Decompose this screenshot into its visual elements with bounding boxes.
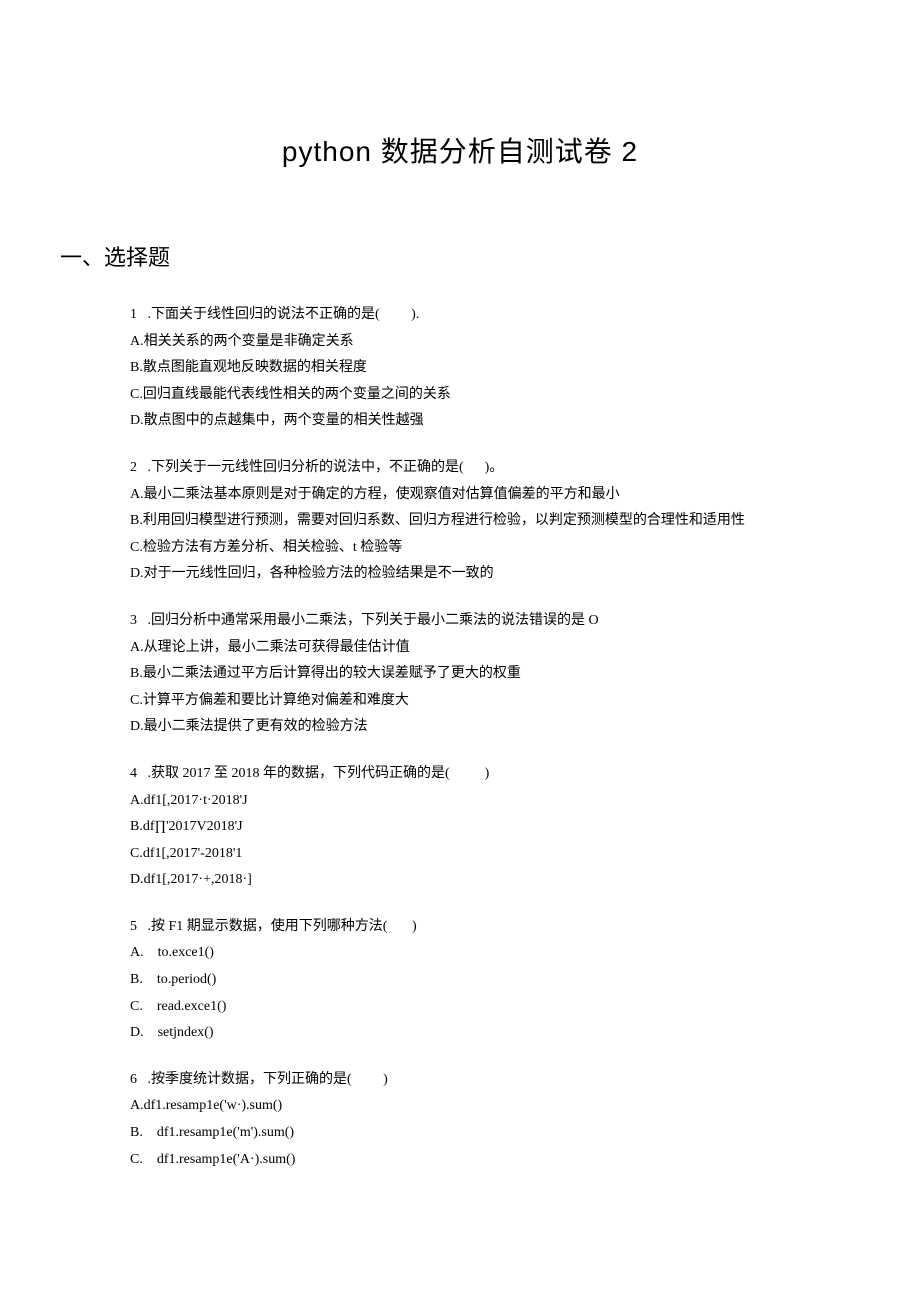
document-title: python 数据分析自测试卷 2 <box>100 130 820 170</box>
question-stem: 6 .按季度统计数据，下列正确的是( ) <box>130 1067 820 1094</box>
option-a: A. to.exce1() <box>130 940 820 967</box>
option-b: B.df∏'2017V2018'J <box>130 814 820 841</box>
option-b: B. to.period() <box>130 967 820 994</box>
option-b: B.散点图能直观地反映数据的相关程度 <box>130 355 820 382</box>
question-stem: 4 .获取 2017 至 2018 年的数据，下列代码正确的是( ) <box>130 761 820 788</box>
question-6: 6 .按季度统计数据，下列正确的是( ) A.df1.resamp1e('w·)… <box>100 1067 820 1173</box>
option-a: A.从理论上讲，最小二乘法可获得最佳估计值 <box>130 635 820 662</box>
option-a: A.相关关系的两个变量是非确定关系 <box>130 329 820 356</box>
option-c: C.回归直线最能代表线性相关的两个变量之间的关系 <box>130 382 820 409</box>
document-page: python 数据分析自测试卷 2 一、选择题 1 .下面关于线性回归的说法不正… <box>0 0 920 1253</box>
option-b: B. df1.resamp1e('m').sum() <box>130 1120 820 1147</box>
option-d: D. setjndex() <box>130 1020 820 1047</box>
option-b: B.最小二乘法通过平方后计算得出的较大误差赋予了更大的权重 <box>130 661 820 688</box>
question-5: 5 .按 F1 期显示数据，使用下列哪种方法( ) A. to.exce1() … <box>100 914 820 1047</box>
option-b: B.利用回归模型进行预测，需要对回归系数、回归方程进行检验，以判定预测模型的合理… <box>130 508 820 535</box>
option-d: D.对于一元线性回归，各种检验方法的检验结果是不一致的 <box>130 561 820 588</box>
question-stem: 1 .下面关于线性回归的说法不正确的是( ). <box>130 302 820 329</box>
option-a: A.df1[,2017·t·2018'J <box>130 788 820 815</box>
question-stem: 3 .回归分析中通常采用最小二乘法，下列关于最小二乘法的说法错误的是 O <box>130 608 820 635</box>
question-3: 3 .回归分析中通常采用最小二乘法，下列关于最小二乘法的说法错误的是 O A.从… <box>100 608 820 741</box>
option-c: C.检验方法有方差分析、相关检验、t 检验等 <box>130 535 820 562</box>
question-4: 4 .获取 2017 至 2018 年的数据，下列代码正确的是( ) A.df1… <box>100 761 820 894</box>
option-c: C. df1.resamp1e('A·).sum() <box>130 1147 820 1174</box>
option-d: D.df1[,2017·+,2018·] <box>130 867 820 894</box>
question-stem: 5 .按 F1 期显示数据，使用下列哪种方法( ) <box>130 914 820 941</box>
option-c: C.df1[,2017'-2018'1 <box>130 841 820 868</box>
question-stem: 2 .下列关于一元线性回归分析的说法中，不正确的是( )。 <box>130 455 820 482</box>
option-d: D.散点图中的点越集中，两个变量的相关性越强 <box>130 408 820 435</box>
section-heading: 一、选择题 <box>60 240 820 272</box>
question-1: 1 .下面关于线性回归的说法不正确的是( ). A.相关关系的两个变量是非确定关… <box>100 302 820 435</box>
option-c: C.计算平方偏差和要比计算绝对偏差和难度大 <box>130 688 820 715</box>
question-2: 2 .下列关于一元线性回归分析的说法中，不正确的是( )。 A.最小二乘法基本原… <box>100 455 820 588</box>
option-a: A.最小二乘法基本原则是对于确定的方程，使观察值对估算值偏差的平方和最小 <box>130 482 820 509</box>
option-a: A.df1.resamp1e('w·).sum() <box>130 1093 820 1120</box>
option-c: C. read.exce1() <box>130 994 820 1021</box>
option-d: D.最小二乘法提供了更有效的检验方法 <box>130 714 820 741</box>
